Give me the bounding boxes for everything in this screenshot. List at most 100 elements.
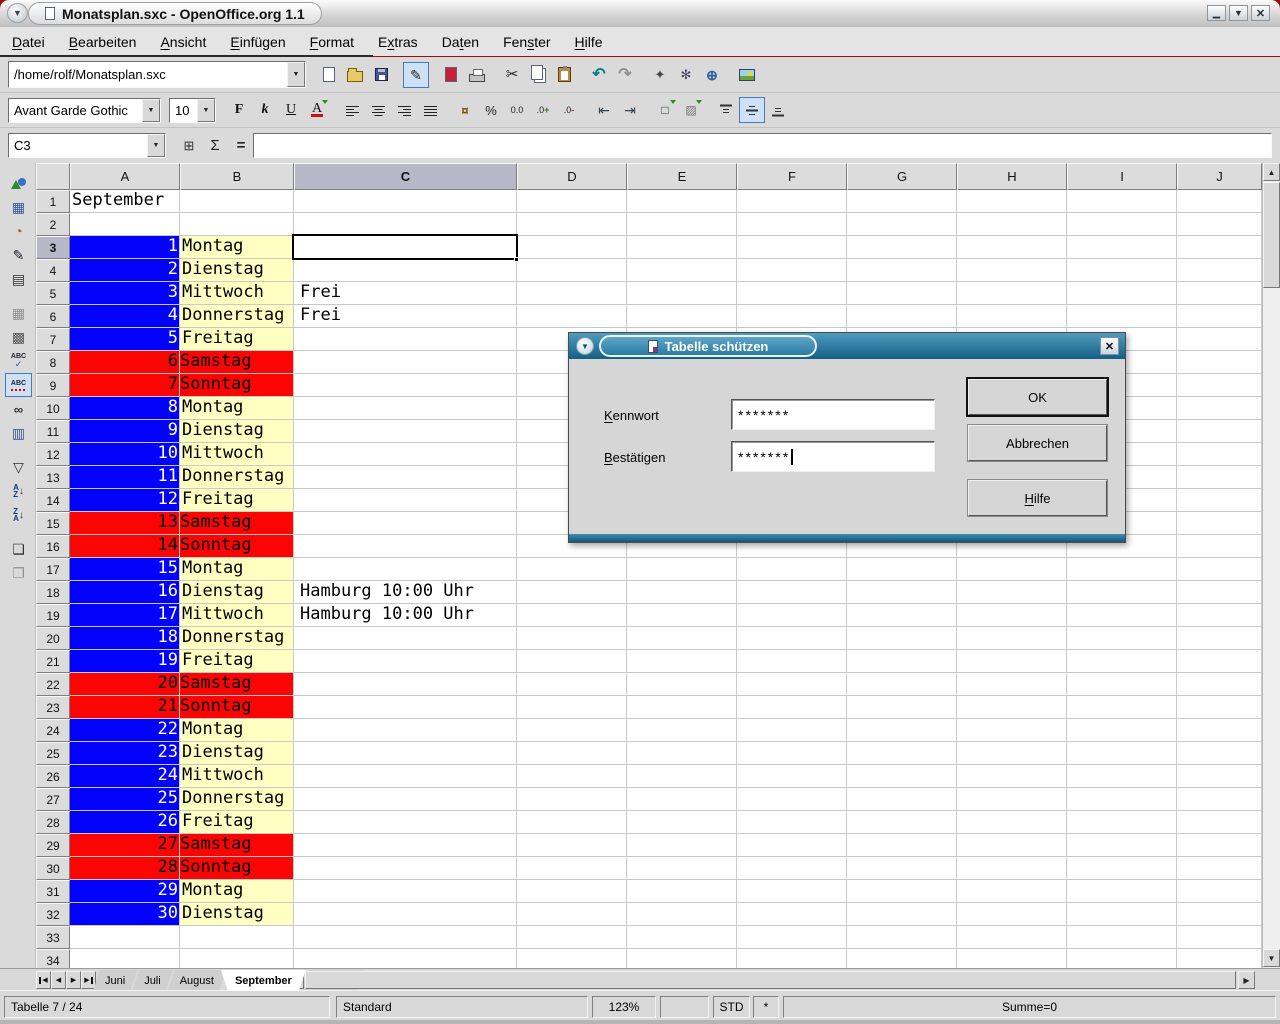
row-header-9[interactable]: 9: [36, 374, 70, 397]
cell-I29[interactable]: [1067, 834, 1177, 857]
cell-B8[interactable]: Samstag: [180, 351, 294, 374]
cell-C10[interactable]: [294, 397, 517, 420]
cell-C19[interactable]: Hamburg 10:00 Uhr: [294, 604, 517, 627]
url-dropdown-button[interactable]: [287, 62, 305, 87]
cell-H29[interactable]: [957, 834, 1067, 857]
cell-B29[interactable]: Samstag: [180, 834, 294, 857]
cell-I20[interactable]: [1067, 627, 1177, 650]
cell-A21[interactable]: 19: [70, 650, 180, 673]
cell-C8[interactable]: [294, 351, 517, 374]
tab-first-button[interactable]: ◀: [36, 971, 51, 989]
datasources-icon[interactable]: ▥: [5, 421, 32, 445]
cell-A28[interactable]: 26: [70, 811, 180, 834]
cell-D3[interactable]: [517, 236, 627, 259]
cell-B28[interactable]: Freitag: [180, 811, 294, 834]
horizontal-scroll-thumb[interactable]: [305, 971, 1236, 989]
cell-B11[interactable]: Dienstag: [180, 420, 294, 443]
menu-format[interactable]: Format: [298, 27, 366, 56]
cell-G2[interactable]: [847, 213, 957, 236]
sum-field[interactable]: Summe=0: [783, 996, 1276, 1018]
selection-fill-handle[interactable]: [514, 257, 519, 262]
cell-E2[interactable]: [627, 213, 737, 236]
cell-E3[interactable]: [627, 236, 737, 259]
cell-A18[interactable]: 16: [70, 581, 180, 604]
tab-last-button[interactable]: ▶: [81, 971, 96, 989]
cell-H22[interactable]: [957, 673, 1067, 696]
row-header-29[interactable]: 29: [36, 834, 70, 857]
autofilter-icon[interactable]: ▽: [5, 455, 32, 479]
cell-A15[interactable]: 13: [70, 512, 180, 535]
cell-H26[interactable]: [957, 765, 1067, 788]
sheet-tab-juni[interactable]: Juni: [93, 970, 137, 991]
cell-J6[interactable]: [1177, 305, 1262, 328]
cell-A12[interactable]: 10: [70, 443, 180, 466]
cell-C23[interactable]: [294, 696, 517, 719]
row-header-18[interactable]: 18: [36, 581, 70, 604]
cell-F26[interactable]: [737, 765, 847, 788]
cell-B22[interactable]: Samstag: [180, 673, 294, 696]
italic-icon[interactable]: k: [252, 97, 278, 123]
cell-F29[interactable]: [737, 834, 847, 857]
cell-A27[interactable]: 25: [70, 788, 180, 811]
cell-F32[interactable]: [737, 903, 847, 926]
cell-J11[interactable]: [1177, 420, 1262, 443]
cell-B14[interactable]: Freitag: [180, 489, 294, 512]
cell-F30[interactable]: [737, 857, 847, 880]
cell-D28[interactable]: [517, 811, 627, 834]
cell-J3[interactable]: [1177, 236, 1262, 259]
form-functions-icon[interactable]: ▤: [5, 267, 32, 291]
row-header-14[interactable]: 14: [36, 489, 70, 512]
cell-C32[interactable]: [294, 903, 517, 926]
cell-J21[interactable]: [1177, 650, 1262, 673]
cell-E30[interactable]: [627, 857, 737, 880]
cell-B1[interactable]: [180, 190, 294, 213]
formula-input-line[interactable]: [254, 134, 1271, 157]
autospellcheck-icon[interactable]: ABC: [5, 373, 32, 397]
abbrechen-button[interactable]: Abbrechen: [968, 425, 1107, 461]
cell-H21[interactable]: [957, 650, 1067, 673]
cell-D4[interactable]: [517, 259, 627, 282]
cell-C9[interactable]: [294, 374, 517, 397]
row-header-23[interactable]: 23: [36, 696, 70, 719]
cell-F24[interactable]: [737, 719, 847, 742]
cell-E27[interactable]: [627, 788, 737, 811]
cell-A34[interactable]: [70, 949, 180, 968]
cell-C15[interactable]: [294, 512, 517, 535]
cell-F34[interactable]: [737, 949, 847, 968]
cell-C4[interactable]: [294, 259, 517, 282]
underline-icon[interactable]: U: [278, 97, 304, 123]
cell-F33[interactable]: [737, 926, 847, 949]
cell-F22[interactable]: [737, 673, 847, 696]
cell-E34[interactable]: [627, 949, 737, 968]
dialog-titlebar[interactable]: Tabelle schützen: [569, 333, 1125, 359]
row-header-25[interactable]: 25: [36, 742, 70, 765]
menu-extras[interactable]: Extras: [366, 27, 430, 56]
cell-I31[interactable]: [1067, 880, 1177, 903]
row-header-17[interactable]: 17: [36, 558, 70, 581]
cell-G22[interactable]: [847, 673, 957, 696]
cell-G1[interactable]: [847, 190, 957, 213]
add-decimal-icon[interactable]: .0+: [530, 97, 556, 123]
cell-E21[interactable]: [627, 650, 737, 673]
cell-J30[interactable]: [1177, 857, 1262, 880]
undo-icon[interactable]: ↶: [586, 62, 612, 88]
cell-F17[interactable]: [737, 558, 847, 581]
cell-G30[interactable]: [847, 857, 957, 880]
ok-button[interactable]: OK: [968, 379, 1107, 415]
cell-A13[interactable]: 11: [70, 466, 180, 489]
cell-reference-input[interactable]: [9, 134, 147, 157]
row-header-30[interactable]: 30: [36, 857, 70, 880]
cell-H24[interactable]: [957, 719, 1067, 742]
cell-B4[interactable]: Dienstag: [180, 259, 294, 282]
cell-A26[interactable]: 24: [70, 765, 180, 788]
cell-J25[interactable]: [1177, 742, 1262, 765]
cell-B23[interactable]: Sonntag: [180, 696, 294, 719]
row-header-19[interactable]: 19: [36, 604, 70, 627]
cell-C24[interactable]: [294, 719, 517, 742]
cell-A20[interactable]: 18: [70, 627, 180, 650]
zoom-field[interactable]: 123%: [592, 996, 656, 1018]
cell-H19[interactable]: [957, 604, 1067, 627]
cell-C18[interactable]: Hamburg 10:00 Uhr: [294, 581, 517, 604]
cell-D18[interactable]: [517, 581, 627, 604]
menu-datei[interactable]: Datei: [0, 27, 57, 56]
